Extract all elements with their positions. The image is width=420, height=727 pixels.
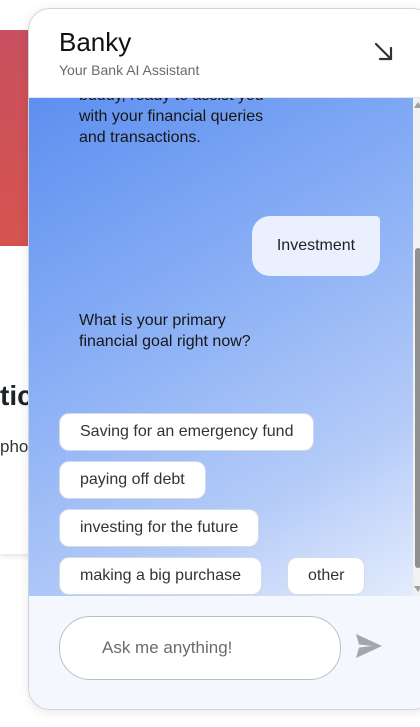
chat-title: Banky [59, 27, 132, 57]
option-other[interactable]: other [287, 557, 366, 595]
chat-header: Banky Your Bank AI Assistant [29, 9, 420, 98]
chat-input[interactable] [100, 617, 324, 679]
scroll-down-icon[interactable] [414, 586, 420, 592]
option-investing[interactable]: investing for the future [59, 509, 260, 547]
option-big-purchase[interactable]: making a big purchase [59, 557, 262, 595]
page-subtext: pho [0, 437, 29, 456]
send-icon[interactable] [354, 632, 384, 660]
scroll-thumb[interactable] [415, 248, 420, 568]
option-emergency-fund[interactable]: Saving for an emergency fund [59, 413, 315, 451]
chat-footer [29, 596, 420, 709]
arrow-down-right-icon[interactable] [373, 41, 395, 63]
chat-scrollbar[interactable] [413, 98, 420, 596]
scroll-up-icon[interactable] [414, 102, 420, 108]
bot-message: What is your primary financial goal righ… [79, 312, 251, 350]
option-paying-off-debt[interactable]: paying off debt [59, 461, 206, 499]
chat-messages: buddy, ready to assist you with your fin… [29, 98, 413, 596]
chat-input-container [59, 616, 341, 680]
chat-widget: Banky Your Bank AI Assistant buddy, read… [28, 8, 420, 710]
user-message: Investment [252, 216, 380, 276]
chat-subtitle: Your Bank AI Assistant [59, 62, 200, 78]
bot-message: buddy, ready to assist you with your fin… [79, 98, 264, 146]
